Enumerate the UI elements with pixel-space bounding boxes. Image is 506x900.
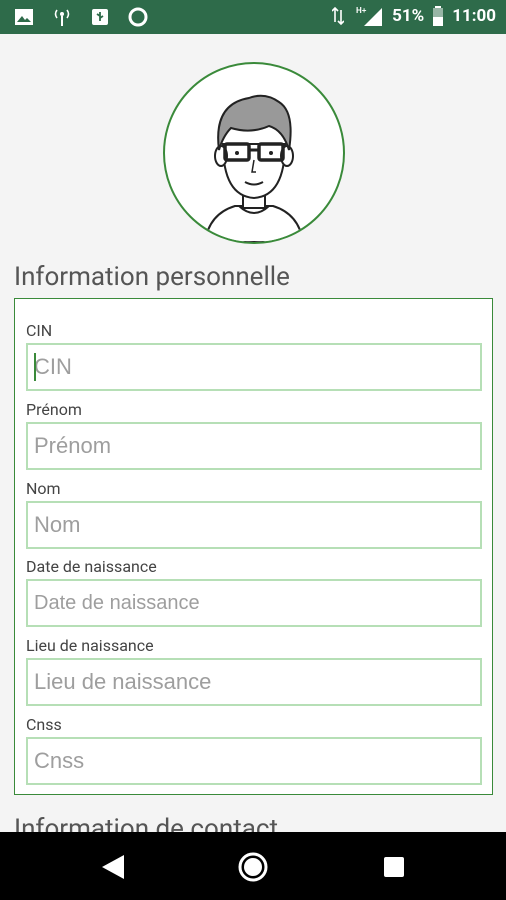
label-lieu-naissance: Lieu de naissance (26, 636, 154, 655)
cnss-input[interactable] (26, 737, 482, 785)
network-type: H+ (356, 6, 367, 15)
label-cin: CIN (26, 321, 53, 340)
section-title-contact: Information de contact (14, 814, 278, 832)
home-button[interactable] (236, 850, 270, 884)
prenom-input[interactable] (26, 422, 482, 470)
back-icon (102, 855, 124, 879)
navigation-bar (0, 832, 506, 900)
status-left-icons (14, 7, 148, 27)
usb-icon (90, 7, 110, 27)
broadcast-icon (52, 7, 72, 27)
status-bar: H+ 51% 11:00 (0, 0, 506, 34)
label-nom: Nom (26, 479, 61, 498)
user-avatar-icon (203, 94, 305, 242)
label-prenom: Prénom (26, 400, 82, 419)
image-icon (14, 7, 34, 27)
label-date-naissance: Date de naissance (26, 557, 157, 576)
section-title-personal: Information personnelle (14, 262, 290, 292)
status-right: H+ 51% 11:00 (328, 6, 496, 26)
recents-icon (384, 857, 404, 877)
nom-input[interactable] (26, 501, 482, 549)
data-transfer-icon (328, 6, 348, 26)
recents-button[interactable] (377, 850, 411, 884)
home-icon (238, 852, 268, 882)
clock: 11:00 (452, 6, 496, 26)
signal-icon: H+ (356, 6, 384, 26)
lieu-naissance-input[interactable] (26, 658, 482, 706)
text-cursor (34, 353, 36, 381)
date-naissance-input[interactable] (26, 579, 482, 627)
battery-percent: 51% (392, 6, 425, 26)
battery-icon (432, 6, 444, 26)
label-cnss: Cnss (26, 715, 62, 734)
back-button[interactable] (96, 850, 130, 884)
content-scroll[interactable]: Information personnelle CIN Prénom Nom D… (0, 34, 506, 832)
personal-info-form: CIN Prénom Nom Date de naissance Lieu de… (14, 298, 493, 795)
cin-input[interactable] (26, 343, 482, 391)
avatar[interactable] (163, 62, 345, 244)
circle-icon (128, 7, 148, 27)
